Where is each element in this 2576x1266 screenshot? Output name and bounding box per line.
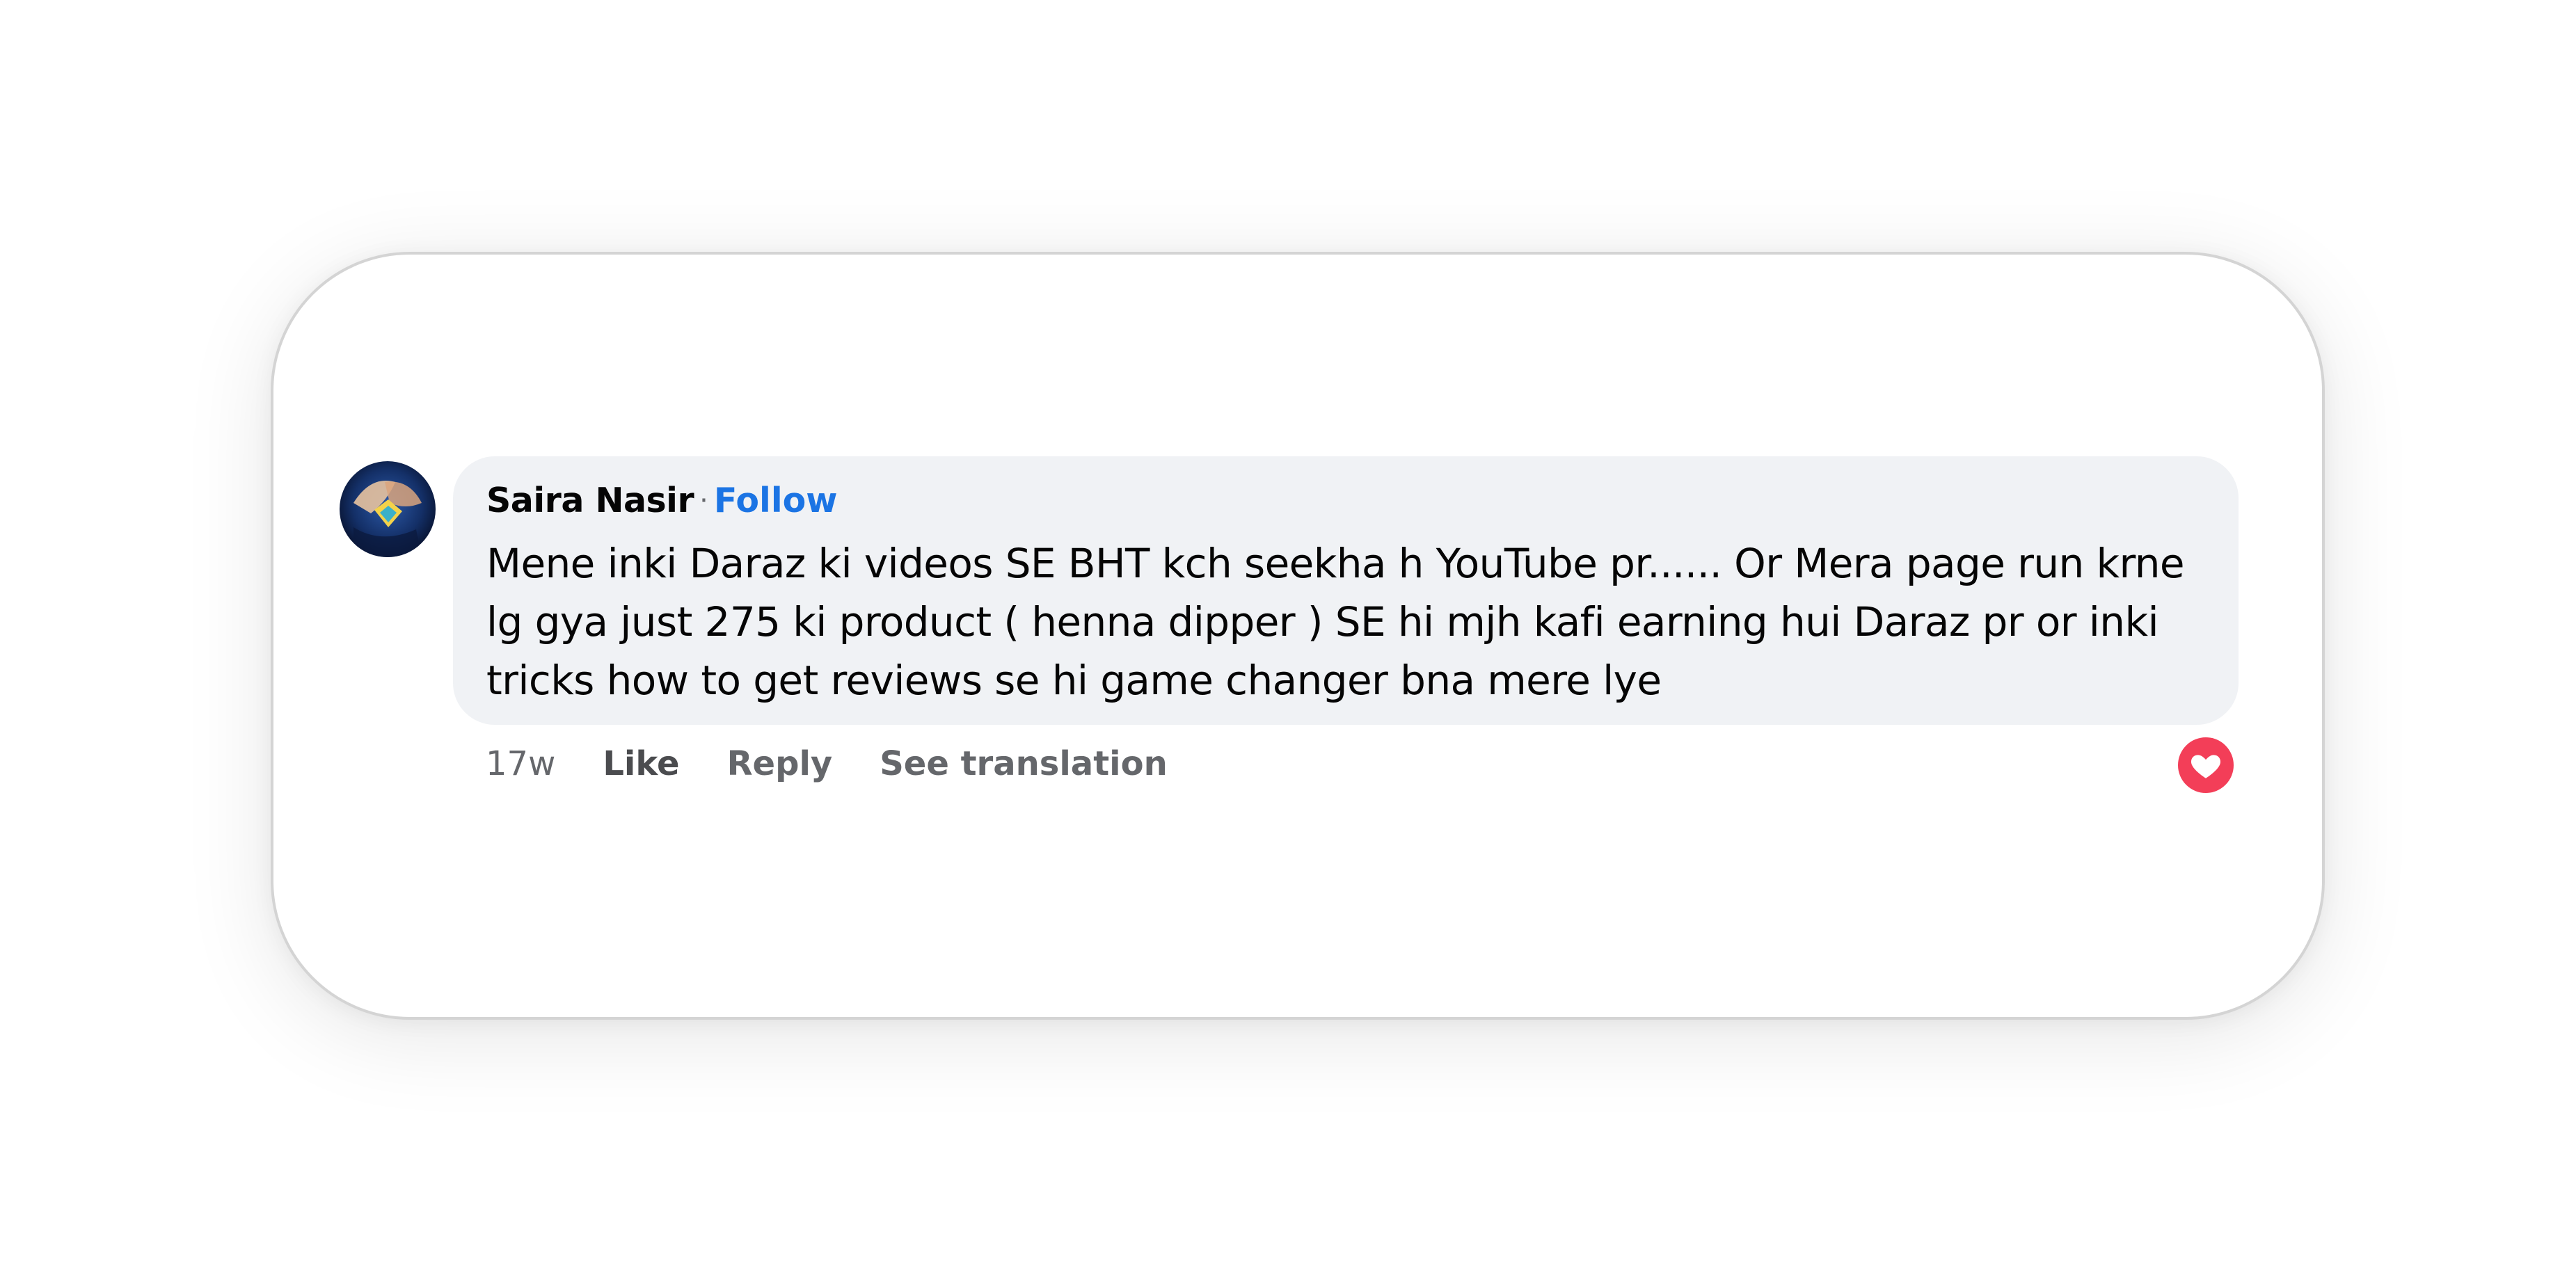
heart-icon [2191, 755, 2221, 778]
heart-reaction-badge[interactable] [2175, 734, 2237, 796]
like-button[interactable]: Like [603, 744, 679, 783]
follow-button[interactable]: Follow [714, 481, 838, 520]
comment-header: Saira Nasir · Follow [486, 481, 2205, 520]
avatar-image [340, 461, 436, 557]
comment-bubble: Saira Nasir · Follow Mene inki Daraz ki … [453, 456, 2239, 725]
separator-dot: · [699, 485, 708, 517]
avatar[interactable] [340, 461, 436, 557]
author-name[interactable]: Saira Nasir [486, 481, 694, 520]
comment-text: Mene inki Daraz ki videos SE BHT kch see… [486, 540, 2185, 704]
comment-timestamp[interactable]: 17w [486, 744, 555, 783]
comment-actions: 17w Like Reply See translation [486, 744, 1215, 783]
reply-button[interactable]: Reply [727, 744, 833, 783]
see-translation-button[interactable]: See translation [880, 744, 1168, 783]
